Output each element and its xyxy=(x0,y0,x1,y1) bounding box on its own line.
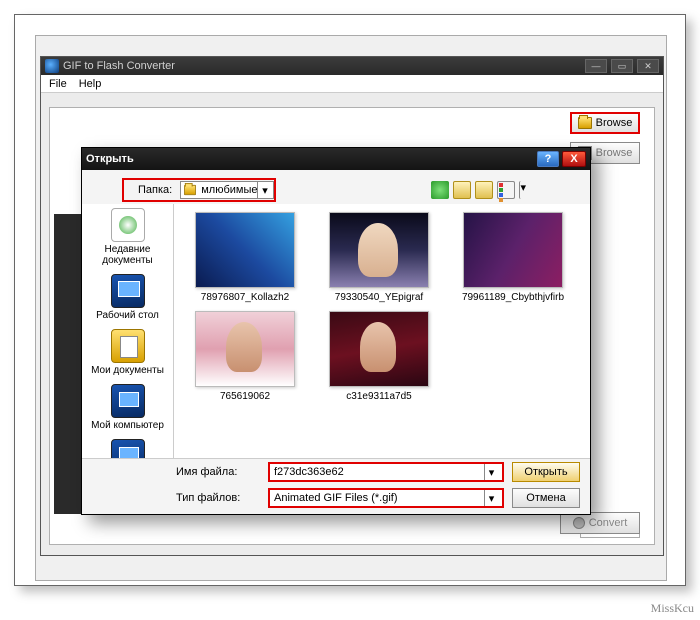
recent-icon xyxy=(111,208,145,242)
filename-label: Имя файла: xyxy=(176,466,252,478)
folder-value: млюбимые xyxy=(201,184,257,196)
folder-icon xyxy=(578,117,592,129)
menu-file[interactable]: File xyxy=(43,77,73,91)
dialog-title: Открыть xyxy=(86,153,134,165)
filename-input[interactable]: f273dc363e62 ▾ xyxy=(268,462,504,482)
file-name: c31e9311a7d5 xyxy=(316,391,442,402)
cancel-button[interactable]: Отмена xyxy=(512,488,580,508)
dialog-help-button[interactable]: ? xyxy=(537,151,559,167)
dialog-close-button[interactable]: X xyxy=(562,151,586,167)
file-name: 79330540_YEpigraf xyxy=(316,292,442,303)
place-label: Недавние документы xyxy=(82,244,173,266)
thumbnail-icon xyxy=(329,311,429,387)
minimize-button[interactable]: — xyxy=(585,59,607,73)
new-folder-icon[interactable] xyxy=(475,181,493,199)
outer-frame: GIF to Flash Converter — ▭ ✕ File Help B… xyxy=(14,14,686,586)
browse-label-2: Browse xyxy=(596,147,633,159)
back-icon[interactable] xyxy=(431,181,449,199)
app-title: GIF to Flash Converter xyxy=(63,60,175,72)
thumbnail-icon xyxy=(195,311,295,387)
app-titlebar: GIF to Flash Converter — ▭ ✕ xyxy=(41,57,663,75)
view-mode-icon[interactable] xyxy=(497,181,515,199)
chevron-down-icon: ▾ xyxy=(484,464,498,480)
browse-label: Browse xyxy=(596,117,633,129)
dialog-titlebar: Открыть ? X xyxy=(82,148,590,170)
folder-label: Папка: xyxy=(138,184,172,196)
thumbnail-icon xyxy=(329,212,429,288)
thumbnail-icon xyxy=(195,212,295,288)
desktop-icon xyxy=(111,274,145,308)
watermark: MissKcu xyxy=(651,601,694,616)
documents-icon xyxy=(111,329,145,363)
menubar: File Help xyxy=(41,75,663,93)
thumbnail-icon xyxy=(463,212,563,288)
file-open-dialog: Открыть ? X Папка: млюбимые ▾ xyxy=(81,147,591,515)
place-label: Рабочий стол xyxy=(82,310,173,321)
places-sidebar: Недавние документы Рабочий стол Мои доку… xyxy=(82,204,174,458)
folder-bar: Папка: млюбимые ▾ xyxy=(122,178,276,202)
file-item[interactable]: 79961189_Cbybthjvfirb xyxy=(450,212,576,303)
chevron-down-icon: ▾ xyxy=(484,490,498,506)
filetype-value: Animated GIF Files (*.gif) xyxy=(274,492,484,504)
place-mydocs[interactable]: Мои документы xyxy=(82,329,173,376)
place-label: Мой компьютер xyxy=(82,420,173,431)
file-item[interactable]: 78976807_Kollazh2 xyxy=(182,212,308,303)
cancel-label: Отмена xyxy=(526,492,565,504)
open-label: Открыть xyxy=(524,466,567,478)
app-icon xyxy=(45,59,59,73)
place-label: Мои документы xyxy=(82,365,173,376)
outer-inset: GIF to Flash Converter — ▭ ✕ File Help B… xyxy=(35,35,667,581)
close-button[interactable]: ✕ xyxy=(637,59,659,73)
up-folder-icon[interactable] xyxy=(453,181,471,199)
convert-button[interactable]: Convert xyxy=(560,512,640,534)
place-recent[interactable]: Недавние документы xyxy=(82,208,173,266)
folder-dropdown[interactable]: млюбимые ▾ xyxy=(180,181,274,199)
file-name: 79961189_Cbybthjvfirb xyxy=(450,292,576,303)
folder-nav-icons: ▾ xyxy=(429,178,539,202)
file-name: 765619062 xyxy=(182,391,308,402)
chevron-down-icon: ▾ xyxy=(257,182,271,198)
maximize-button[interactable]: ▭ xyxy=(611,59,633,73)
filetype-dropdown[interactable]: Animated GIF Files (*.gif) ▾ xyxy=(268,488,504,508)
open-button[interactable]: Открыть xyxy=(512,462,580,482)
file-list[interactable]: 78976807_Kollazh2 79330540_YEpigraf 7996… xyxy=(174,204,590,458)
computer-icon xyxy=(111,384,145,418)
dialog-body: Недавние документы Рабочий стол Мои доку… xyxy=(82,204,590,458)
file-item[interactable]: 765619062 xyxy=(182,311,308,402)
chevron-down-icon[interactable]: ▾ xyxy=(519,181,537,199)
filename-value: f273dc363e62 xyxy=(274,466,484,478)
filetype-label: Тип файлов: xyxy=(176,492,252,504)
browse-source-button[interactable]: Browse xyxy=(570,112,640,134)
dialog-footer: Имя файла: f273dc363e62 ▾ Открыть Тип фа… xyxy=(82,458,590,514)
file-item[interactable]: 79330540_YEpigraf xyxy=(316,212,442,303)
file-name: 78976807_Kollazh2 xyxy=(182,292,308,303)
file-item[interactable]: c31e9311a7d5 xyxy=(316,311,442,402)
gear-icon xyxy=(573,517,585,529)
folder-icon xyxy=(184,185,196,195)
convert-label: Convert xyxy=(589,517,628,529)
place-mycomputer[interactable]: Мой компьютер xyxy=(82,384,173,431)
menu-help[interactable]: Help xyxy=(73,77,108,91)
place-desktop[interactable]: Рабочий стол xyxy=(82,274,173,321)
